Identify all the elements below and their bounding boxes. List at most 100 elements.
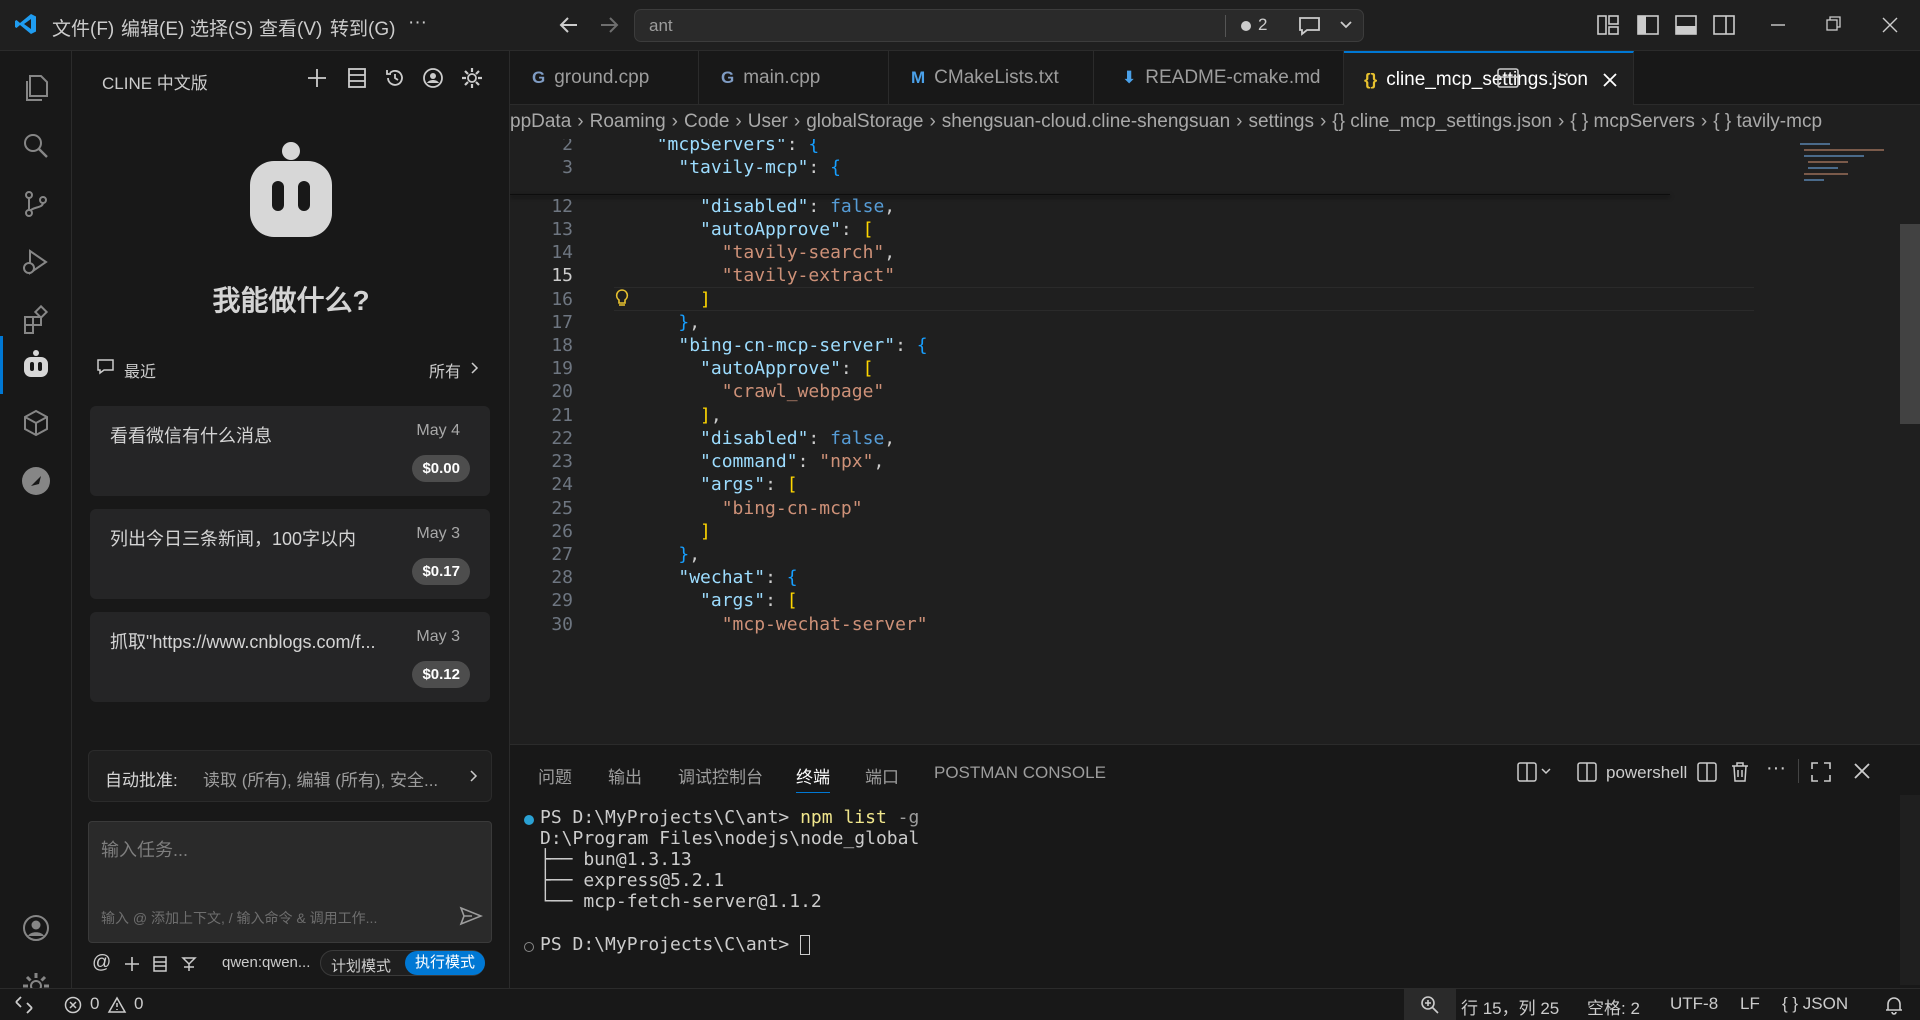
breadcrumb-segment[interactable]: Roaming [590, 111, 666, 133]
tab-cline-mcp-settings[interactable]: {} cline_mcp_settings.json [1344, 51, 1634, 106]
mcp-list-icon[interactable] [152, 956, 168, 972]
toggle-sidebar-icon[interactable] [1636, 14, 1660, 36]
model-provider-icon[interactable] [180, 955, 198, 973]
tab-debug-console[interactable]: 调试控制台 [678, 763, 763, 788]
cursor-position[interactable]: 行 15，列 25 [1461, 994, 1559, 1019]
menu-more[interactable]: ··· [408, 12, 427, 34]
lightbulb-icon[interactable] [614, 288, 630, 308]
error-count[interactable]: 0 [90, 994, 99, 1014]
view-all-link[interactable]: 所有 [429, 358, 461, 382]
toggle-panel-icon[interactable] [1674, 14, 1698, 36]
mode-toggle[interactable]: 计划模式 执行模式 [320, 950, 485, 976]
close-tab-icon[interactable] [1602, 72, 1618, 88]
line-number: 15 [551, 265, 573, 286]
more-actions-button[interactable]: ··· [1766, 757, 1786, 780]
tab-terminal[interactable]: 终端 [796, 763, 830, 793]
postman-icon[interactable] [0, 452, 72, 510]
explorer-icon[interactable] [0, 59, 72, 117]
account-circle-icon[interactable] [422, 67, 444, 89]
plan-mode-option[interactable]: 计划模式 [331, 955, 391, 976]
cline-robot-icon[interactable] [0, 336, 72, 394]
forward-arrow-icon[interactable] [598, 14, 620, 36]
line-number: 12 [551, 196, 573, 217]
split-terminal-icon[interactable] [1696, 761, 1718, 783]
terminal-scrollbar[interactable] [1900, 795, 1920, 985]
menu-view[interactable]: 查看(V) [259, 14, 322, 41]
model-selector[interactable]: qwen:qwen... [222, 954, 310, 971]
remote-icon[interactable] [14, 996, 34, 1014]
breadcrumb-segment[interactable]: shengsuan-cloud.cline-shengsuan [942, 111, 1230, 133]
back-arrow-icon[interactable] [558, 14, 580, 36]
terminal-line: └── mcp-fetch-server@1.1.2 [540, 891, 822, 912]
scrollbar-thumb[interactable] [1900, 224, 1920, 424]
history-icon[interactable] [384, 67, 406, 89]
copilot-chat-icon[interactable] [1297, 15, 1323, 37]
shell-name[interactable]: powershell [1606, 763, 1687, 783]
tab-cmakelists[interactable]: M CMakeLists.txt [889, 51, 1094, 105]
menu-file[interactable]: 文件(F) [52, 14, 114, 41]
tab-label: ground.cpp [554, 67, 650, 88]
tab-output[interactable]: 输出 [608, 763, 642, 788]
minimap[interactable] [1800, 139, 1910, 219]
line-number: 3 [562, 157, 573, 178]
language-mode[interactable]: { } JSON [1782, 994, 1848, 1014]
maximize-panel-icon[interactable] [1810, 761, 1832, 783]
breadcrumb-segment[interactable]: ppData [510, 111, 571, 133]
tab-problems[interactable]: 问题 [538, 763, 572, 788]
notifications-bell-icon[interactable] [1884, 995, 1904, 1015]
breadcrumb-segment[interactable]: settings [1248, 111, 1313, 133]
zoom-button[interactable] [1404, 989, 1456, 1020]
at-mention-button[interactable]: @ [92, 952, 111, 974]
split-editor-icon[interactable] [1496, 67, 1520, 89]
layout-split-icon[interactable] [1516, 761, 1554, 783]
breadcrumb-segment[interactable]: { } tavily-mcp [1713, 111, 1822, 133]
history-item[interactable]: 抓取"https://www.cnblogs.com/f... May 3 $0… [90, 612, 490, 702]
more-actions-button[interactable]: ··· [1550, 63, 1570, 86]
code-editor[interactable]: 2 "mcpServers": {3 "tavily-mcp": {12 "di… [510, 139, 1920, 744]
breadcrumb-segment[interactable]: Code [684, 111, 729, 133]
minimize-icon[interactable] [1768, 14, 1788, 36]
chevron-down-icon[interactable] [1339, 19, 1353, 31]
breadcrumb-segment[interactable]: globalStorage [806, 111, 923, 133]
indentation[interactable]: 空格: 2 [1587, 994, 1640, 1019]
tab-ground-cpp[interactable]: Gground.cpp [510, 51, 699, 105]
command-center-search[interactable]: ant 2 [634, 9, 1364, 42]
trash-icon[interactable] [1730, 761, 1750, 783]
tab-readme-cmake[interactable]: ⬇ README-cmake.md [1094, 51, 1344, 105]
history-item[interactable]: 看看微信有什么消息 May 4 $0.00 [90, 406, 490, 496]
end-of-line[interactable]: LF [1740, 994, 1760, 1014]
breadcrumb-segment[interactable]: User [748, 111, 788, 133]
add-plus-icon[interactable] [124, 956, 140, 972]
close-panel-icon[interactable] [1852, 761, 1872, 781]
menu-edit[interactable]: 编辑(E) [121, 14, 184, 41]
act-mode-option[interactable]: 执行模式 [405, 951, 485, 975]
account-icon[interactable] [0, 899, 72, 957]
history-item[interactable]: 列出今日三条新闻，100字以内 May 3 $0.17 [90, 509, 490, 599]
menu-go[interactable]: 转到(G) [330, 14, 395, 41]
settings-gear-icon[interactable] [461, 67, 483, 89]
layout-customize-icon[interactable] [1596, 14, 1620, 36]
tab-postman-console[interactable]: POSTMAN CONSOLE [934, 763, 1106, 783]
warning-icon[interactable] [107, 996, 127, 1014]
error-icon[interactable] [64, 996, 82, 1014]
restore-icon[interactable] [1824, 14, 1844, 36]
auto-approve-bar[interactable]: 自动批准: 读取 (所有), 编辑 (所有), 安全... [88, 750, 492, 802]
breadcrumb-segment[interactable]: {} cline_mcp_settings.json [1332, 111, 1552, 133]
tab-ports[interactable]: 端口 [865, 763, 899, 788]
chevron-right-icon[interactable] [470, 361, 480, 375]
source-control-icon[interactable] [0, 175, 72, 233]
warning-count[interactable]: 0 [134, 994, 143, 1014]
mcp-servers-icon[interactable] [346, 67, 368, 89]
run-debug-icon[interactable] [0, 233, 72, 291]
package-cube-icon[interactable] [0, 394, 72, 452]
search-icon[interactable] [0, 117, 72, 175]
toggle-secondary-sidebar-icon[interactable] [1712, 14, 1736, 36]
breadcrumb-segment[interactable]: { } mcpServers [1570, 111, 1695, 133]
close-window-icon[interactable] [1880, 14, 1900, 36]
encoding[interactable]: UTF-8 [1670, 994, 1718, 1014]
task-input[interactable]: 输入任务... 输入 @ 添加上下文, / 输入命令 & 调用工作... [88, 821, 492, 943]
tab-main-cpp[interactable]: Gmain.cpp [699, 51, 889, 105]
new-task-plus-icon[interactable] [306, 67, 328, 89]
menu-selection[interactable]: 选择(S) [190, 14, 253, 41]
send-icon[interactable] [459, 905, 483, 927]
